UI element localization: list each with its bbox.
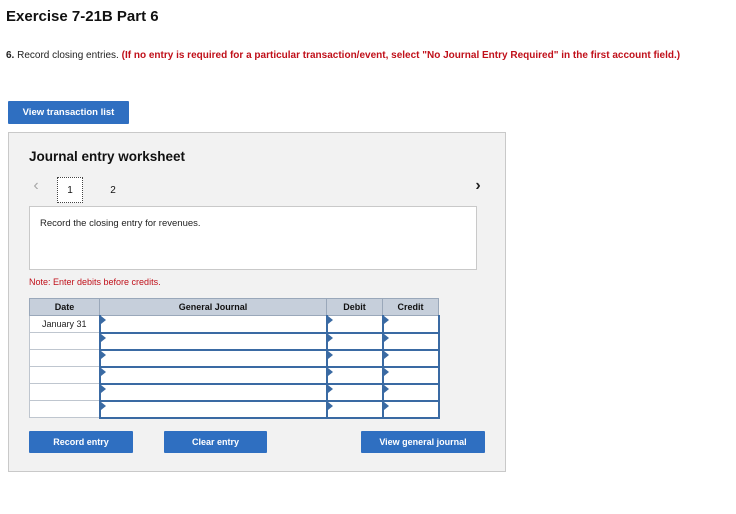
date-cell[interactable]: January 31 bbox=[29, 315, 100, 333]
date-cell[interactable] bbox=[29, 349, 100, 367]
view-general-journal-button[interactable]: View general journal bbox=[361, 431, 485, 453]
table-row bbox=[29, 366, 440, 385]
debits-note: Note: Enter debits before credits. bbox=[29, 277, 161, 287]
instructions: 6. Record closing entries. (If no entry … bbox=[6, 49, 726, 62]
table-row bbox=[29, 400, 440, 419]
table-row bbox=[29, 383, 440, 402]
table-row: January 31 bbox=[29, 315, 440, 334]
journal-table: Date General Journal Debit Credit Januar… bbox=[29, 298, 440, 419]
account-input[interactable] bbox=[98, 366, 328, 385]
date-cell[interactable] bbox=[29, 366, 100, 384]
chevron-left-icon[interactable]: ‹ bbox=[29, 177, 43, 195]
debit-input[interactable] bbox=[325, 349, 384, 368]
column-header-date: Date bbox=[29, 298, 100, 316]
column-header-debit: Debit bbox=[326, 298, 383, 316]
credit-input[interactable] bbox=[381, 332, 440, 351]
worksheet-page-tab-2[interactable]: 2 bbox=[100, 177, 126, 203]
chevron-right-icon[interactable]: › bbox=[471, 177, 485, 195]
account-input[interactable] bbox=[98, 400, 328, 419]
debit-input[interactable] bbox=[325, 366, 384, 385]
page-title: Exercise 7-21B Part 6 bbox=[6, 8, 159, 25]
debit-input[interactable] bbox=[325, 315, 384, 334]
account-input[interactable] bbox=[98, 332, 328, 351]
view-transaction-list-button[interactable]: View transaction list bbox=[8, 101, 129, 124]
instruction-text: Record closing entries. bbox=[14, 50, 122, 61]
column-header-general-journal: General Journal bbox=[99, 298, 327, 316]
debit-input[interactable] bbox=[325, 400, 384, 419]
worksheet-title: Journal entry worksheet bbox=[29, 149, 186, 164]
account-input[interactable] bbox=[98, 349, 328, 368]
account-input[interactable] bbox=[98, 315, 328, 334]
table-row bbox=[29, 349, 440, 368]
credit-input[interactable] bbox=[381, 383, 440, 402]
account-input[interactable] bbox=[98, 383, 328, 402]
debit-input[interactable] bbox=[325, 383, 384, 402]
entry-prompt-text: Record the closing entry for revenues. bbox=[40, 218, 201, 229]
column-header-credit: Credit bbox=[382, 298, 439, 316]
instruction-note: (If no entry is required for a particula… bbox=[121, 50, 681, 61]
debit-input[interactable] bbox=[325, 332, 384, 351]
clear-entry-button[interactable]: Clear entry bbox=[164, 431, 267, 453]
date-cell[interactable] bbox=[29, 400, 100, 418]
table-row bbox=[29, 332, 440, 351]
record-entry-button[interactable]: Record entry bbox=[29, 431, 133, 453]
date-cell[interactable] bbox=[29, 332, 100, 350]
credit-input[interactable] bbox=[381, 366, 440, 385]
journal-entry-worksheet: Journal entry worksheet ‹ 1 2 › Record t… bbox=[8, 132, 506, 472]
date-cell[interactable] bbox=[29, 383, 100, 401]
entry-prompt-box: Record the closing entry for revenues. bbox=[29, 206, 477, 270]
worksheet-page-tab-1[interactable]: 1 bbox=[57, 177, 83, 203]
credit-input[interactable] bbox=[381, 349, 440, 368]
credit-input[interactable] bbox=[381, 400, 440, 419]
credit-input[interactable] bbox=[381, 315, 440, 334]
